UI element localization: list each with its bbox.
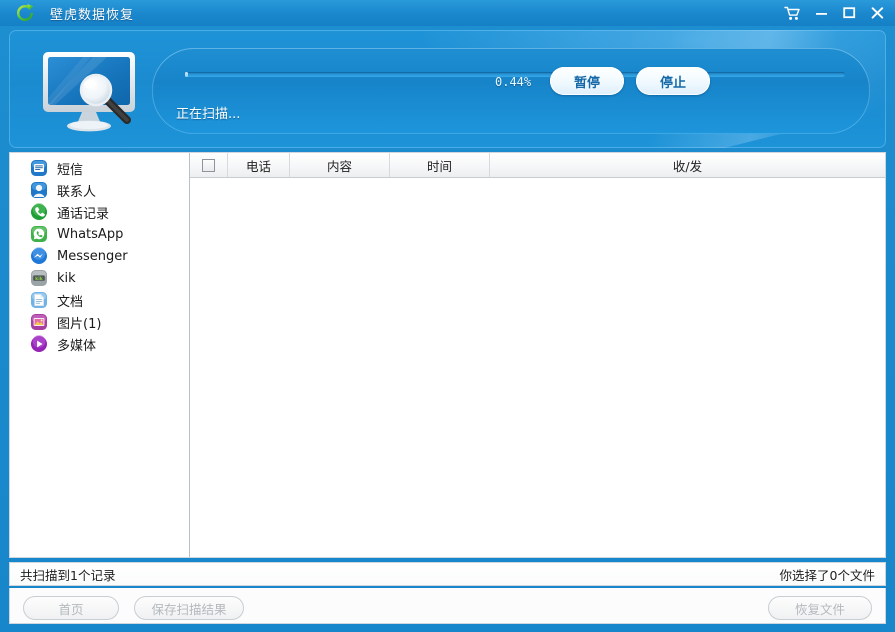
sidebar-item-pictures[interactable]: 图片(1) <box>10 311 189 333</box>
application-window: 壁虎数据恢复 正在扫描... 0.44% 暂停 停止 短信 联系人 通话记录 W… <box>0 0 895 632</box>
select-all-column[interactable] <box>190 153 228 177</box>
checkbox-unchecked-icon[interactable] <box>202 158 215 172</box>
scan-banner: 正在扫描... 0.44% 暂停 停止 <box>9 30 886 148</box>
close-button[interactable] <box>863 2 891 24</box>
cart-icon[interactable] <box>777 2 807 24</box>
sms-icon <box>30 159 48 177</box>
column-header-direction[interactable]: 收/发 <box>490 153 885 177</box>
records-pane: 电话 内容 时间 收/发 <box>190 153 885 557</box>
sidebar-item-multimedia[interactable]: 多媒体 <box>10 333 189 355</box>
kik-icon: kik <box>30 269 48 287</box>
call-log-icon <box>30 203 48 221</box>
window-controls <box>777 0 891 26</box>
picture-icon <box>30 313 48 331</box>
sidebar-item-call-log[interactable]: 通话记录 <box>10 201 189 223</box>
pause-button[interactable]: 暂停 <box>550 67 624 95</box>
document-icon <box>30 291 48 309</box>
window-title: 壁虎数据恢复 <box>50 7 135 23</box>
column-header-time[interactable]: 时间 <box>390 153 490 177</box>
sidebar-item-label: kik <box>57 270 76 286</box>
contacts-icon <box>30 181 48 199</box>
scan-status-panel: 正在扫描... <box>152 48 870 134</box>
title-bar: 壁虎数据恢复 <box>0 0 895 26</box>
main-content: 短信 联系人 通话记录 WhatsApp Messenger kik kik 文… <box>9 152 886 558</box>
sidebar-item-label: 文档 <box>57 294 84 310</box>
maximize-button[interactable] <box>835 2 863 24</box>
multimedia-icon <box>30 335 48 353</box>
monitor-magnifier-icon <box>35 46 147 136</box>
column-header-content[interactable]: 内容 <box>290 153 390 177</box>
sidebar-item-label: WhatsApp <box>57 226 124 242</box>
scan-progress-fill <box>185 72 188 77</box>
footer-bar: 首页 保存扫描结果 恢复文件 <box>9 588 886 624</box>
sidebar-item-label: 多媒体 <box>57 338 97 354</box>
sidebar-item-label: 短信 <box>57 162 84 178</box>
sidebar-item-label: 图片(1) <box>57 316 102 332</box>
sidebar-item-messenger[interactable]: Messenger <box>10 245 189 267</box>
scan-status-label: 正在扫描... <box>176 107 241 122</box>
scan-progress-percent: 0.44% <box>495 75 532 89</box>
column-header-phone[interactable]: 电话 <box>228 153 290 177</box>
recovery-circular-arrow-icon <box>14 2 38 24</box>
whatsapp-icon <box>30 225 48 243</box>
table-body[interactable] <box>190 178 885 557</box>
home-button[interactable]: 首页 <box>23 596 119 620</box>
table-header-row: 电话 内容 时间 收/发 <box>190 153 885 178</box>
category-sidebar: 短信 联系人 通话记录 WhatsApp Messenger kik kik 文… <box>10 153 190 557</box>
messenger-icon <box>30 247 48 265</box>
save-scan-result-button[interactable]: 保存扫描结果 <box>134 596 244 620</box>
scan-count-status: 共扫描到1个记录 <box>20 567 116 583</box>
sidebar-item-label: 联系人 <box>57 184 97 200</box>
sidebar-item-contacts[interactable]: 联系人 <box>10 179 189 201</box>
selected-files-status: 你选择了0个文件 <box>779 567 875 583</box>
recover-files-button[interactable]: 恢复文件 <box>768 596 872 620</box>
svg-text:kik: kik <box>35 276 44 282</box>
sidebar-item-whatsapp[interactable]: WhatsApp <box>10 223 189 245</box>
sidebar-item-label: 通话记录 <box>57 206 110 222</box>
sidebar-item-kik[interactable]: kik kik <box>10 267 189 289</box>
sidebar-item-documents[interactable]: 文档 <box>10 289 189 311</box>
sidebar-item-sms[interactable]: 短信 <box>10 157 189 179</box>
status-bar: 共扫描到1个记录 你选择了0个文件 <box>9 562 886 586</box>
stop-button[interactable]: 停止 <box>636 67 710 95</box>
minimize-button[interactable] <box>807 2 835 24</box>
sidebar-item-label: Messenger <box>57 248 128 264</box>
